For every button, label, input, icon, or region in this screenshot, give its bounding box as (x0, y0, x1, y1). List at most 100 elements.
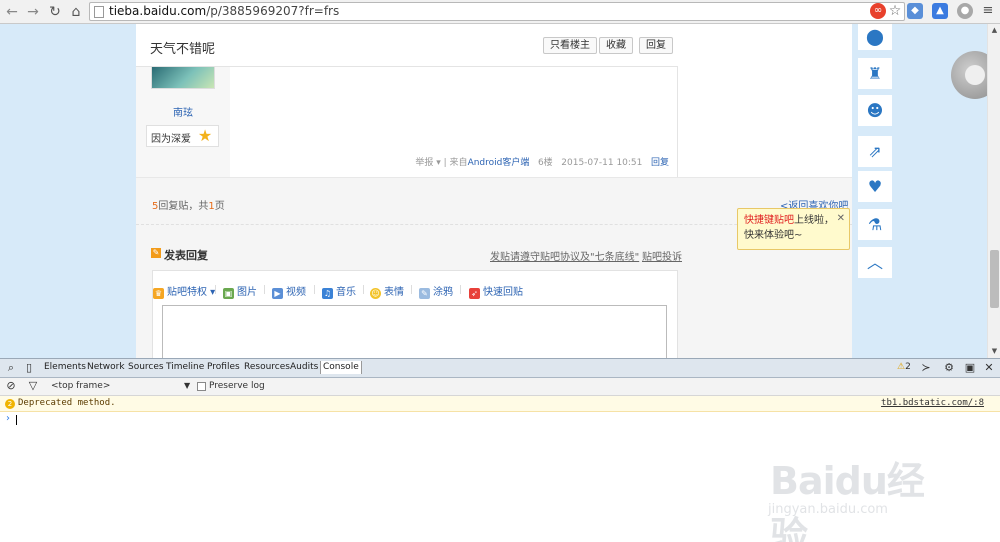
shortcut-tooltip: 快捷键贴吧上线啦，快来体验吧~ ✕ (737, 208, 850, 250)
member-badge[interactable]: 因为深爱 ★ (146, 125, 219, 147)
brush-icon: ✎ (419, 288, 430, 299)
edit-icon: ✎ (151, 248, 161, 258)
reply-textarea[interactable] (162, 305, 667, 358)
tool-quick-reply[interactable]: ➶ 快速回贴 (469, 283, 523, 299)
console-toolbar: ⊘ ▽ <top frame> ▼ Preserve log (0, 378, 1000, 396)
drawer-icon[interactable]: ≻ (919, 361, 933, 375)
post-datetime: 2015-07-11 10:51 (561, 158, 643, 168)
settings-gear-icon[interactable]: ⚙ (942, 361, 956, 375)
side-logo[interactable] (951, 51, 987, 99)
logo-center (965, 65, 985, 85)
message-source-link[interactable]: tb1.bdstatic.com/:8 (881, 398, 984, 408)
tab-timeline[interactable]: Timeline (166, 362, 204, 372)
heart-icon[interactable]: ♥ (858, 171, 892, 202)
rules-link[interactable]: 发贴请遵守贴吧协议及"七条底线" (490, 248, 639, 263)
menu-icon[interactable]: ≡ (980, 3, 996, 19)
preserve-log-checkbox[interactable] (197, 382, 206, 391)
page-scrollbar[interactable]: ▲ ▼ (987, 24, 1000, 358)
back-to-top-icon[interactable]: ︿ (858, 247, 892, 278)
console-prompt[interactable]: › (0, 412, 1000, 428)
badge-label: 因为深爱 (151, 134, 191, 145)
author-column: 南玹 因为深爱 ★ (136, 67, 230, 177)
star-bookmark-icon[interactable]: ☆ (887, 3, 903, 19)
post-header: 天气不错呢 只看楼主 收藏 回复 (136, 24, 678, 67)
author-name[interactable]: 南玹 (136, 104, 230, 119)
scroll-down-icon[interactable]: ▼ (990, 347, 999, 356)
extension-icon-3[interactable]: ▲ (932, 3, 948, 19)
location-icon[interactable]: ⬤ (858, 24, 892, 50)
post-title: 天气不错呢 (150, 42, 216, 57)
tool-privilege[interactable]: ♛ 贴吧特权 ▾ (153, 283, 215, 299)
warning-count[interactable]: ⚠2 (897, 362, 911, 372)
filter-icon[interactable]: ▽ (26, 379, 40, 393)
reply-button[interactable]: 回复 (639, 37, 673, 54)
page-viewport: 天气不错呢 只看楼主 收藏 回复 南玹 因为深爱 ★ 举报 ▾ | 来自Andr… (0, 24, 987, 358)
clear-console-icon[interactable]: ⊘ (4, 379, 18, 393)
console-message: 2 Deprecated method. tb1.bdstatic.com/:8 (0, 396, 1000, 412)
tool-music[interactable]: ♫ 音乐 (322, 283, 356, 299)
watermark-brand: Baidu经验 (770, 459, 925, 542)
source-client-link[interactable]: Android客户端 (468, 158, 530, 168)
dropdown-arrow-icon[interactable]: ▾ (433, 158, 441, 168)
gift-icon[interactable]: ♜ (858, 58, 892, 89)
extension-icon[interactable]: ∞ (870, 3, 886, 19)
tab-sources[interactable]: Sources (128, 362, 164, 372)
divider (215, 285, 216, 294)
floor-number: 6楼 (537, 158, 553, 168)
complaint-link[interactable]: 贴吧投诉 (642, 248, 682, 263)
close-icon[interactable]: ✕ (837, 211, 845, 226)
only-author-button[interactable]: 只看楼主 (543, 37, 597, 54)
crown-icon: ♛ (153, 288, 164, 299)
tab-profiles[interactable]: Profiles (207, 362, 240, 372)
flask-icon[interactable]: ⚗ (858, 209, 892, 240)
video-icon: ▶ (272, 288, 283, 299)
dock-icon[interactable]: ▣ (963, 361, 977, 375)
post-meta: 举报 ▾ | 来自Android客户端 6楼 2015-07-11 10:51 … (415, 158, 669, 168)
tool-doodle[interactable]: ✎ 涂鸦 (419, 283, 453, 299)
scrollbar-thumb[interactable] (990, 250, 999, 308)
reply-title: 发表回复 (164, 249, 208, 262)
extension-icon-2[interactable]: ◆ (907, 3, 923, 19)
rocket-icon: ➶ (469, 288, 480, 299)
favorite-button[interactable]: 收藏 (599, 37, 633, 54)
divider (314, 285, 315, 294)
repeat-count-badge: 2 (5, 399, 15, 409)
inspect-icon[interactable]: ⌕ (4, 361, 18, 375)
reload-icon[interactable]: ↻ (46, 3, 64, 21)
home-icon[interactable]: ⌂ (67, 3, 85, 21)
scroll-up-icon[interactable]: ▲ (990, 26, 999, 35)
watermark: Baidu经验 jingyan.baidu.com (760, 430, 960, 542)
avatar[interactable] (151, 67, 215, 89)
bear-icon[interactable]: ☻ (858, 95, 892, 126)
post-body: 举报 ▾ | 来自Android客户端 6楼 2015-07-11 10:51 … (230, 67, 678, 177)
close-devtools-icon[interactable]: ✕ (982, 361, 996, 375)
tool-emoji[interactable]: ☺ 表情 (370, 283, 404, 299)
prompt-chevron-icon: › (6, 413, 10, 424)
share-icon[interactable]: ⇗ (858, 136, 892, 167)
divider (411, 285, 412, 294)
forward-arrow-icon[interactable]: → (24, 3, 42, 21)
tab-elements[interactable]: Elements (44, 362, 86, 372)
tab-audits[interactable]: Audits (290, 362, 318, 372)
frame-select[interactable]: <top frame> (51, 381, 110, 391)
device-mode-icon[interactable]: ▯ (22, 361, 36, 375)
preserve-log-label[interactable]: Preserve log (209, 381, 265, 391)
frame-dropdown-icon[interactable]: ▼ (184, 381, 190, 390)
back-arrow-icon[interactable]: ← (3, 3, 21, 21)
url-text[interactable]: tieba.baidu.com/p/3885969207?fr=frs (109, 3, 339, 20)
music-icon: ♫ (322, 288, 333, 299)
extension-icon-4[interactable]: ● (957, 3, 973, 19)
tool-image[interactable]: ▣ 图片 (223, 283, 257, 299)
text-cursor (16, 415, 17, 425)
tool-video[interactable]: ▶ 视频 (272, 283, 306, 299)
tab-network[interactable]: Network (87, 362, 125, 372)
image-icon: ▣ (223, 288, 234, 299)
address-bar[interactable]: tieba.baidu.com/p/3885969207?fr=frs (89, 2, 905, 21)
warning-icon: ⚠ (897, 362, 906, 372)
watermark-url: jingyan.baidu.com (768, 502, 888, 517)
page-icon (94, 6, 104, 18)
reply-link[interactable]: 回复 (651, 158, 669, 168)
tab-resources[interactable]: Resources (244, 362, 290, 372)
report-link[interactable]: 举报 (415, 158, 433, 168)
tab-console[interactable]: Console (320, 361, 362, 374)
